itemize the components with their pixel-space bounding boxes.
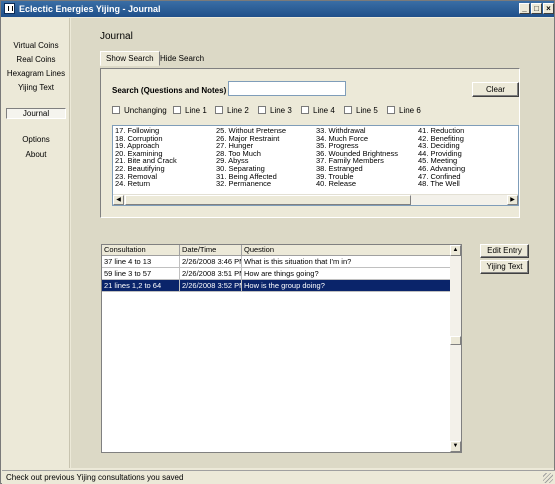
scroll-up-icon[interactable]: ▲ (450, 245, 461, 256)
checkbox-label: Line 1 (185, 106, 207, 115)
list-item[interactable]: 48. The Well (418, 180, 465, 188)
maximize-button[interactable]: □ (531, 3, 542, 14)
column-header-question[interactable]: Question (242, 245, 451, 256)
table-cell: 59 line 3 to 57 (102, 268, 180, 280)
table-cell: How are things going? (242, 268, 451, 280)
sidebar-item-virtual-coins[interactable]: Virtual Coins (2, 41, 70, 50)
column-header-datetime[interactable]: Date/Time (180, 245, 242, 256)
checkbox-box[interactable] (215, 106, 223, 114)
minimize-button[interactable]: _ (519, 3, 530, 14)
window-title: Eclectic Energies Yijing - Journal (19, 4, 161, 14)
hexagram-column: 25. Without Pretense 26. Major Restraint… (216, 127, 286, 188)
checkbox-line-2[interactable]: Line 2 (215, 106, 249, 116)
table-cell: 37 line 4 to 13 (102, 256, 180, 268)
checkbox-box[interactable] (258, 106, 266, 114)
column-header-consultation[interactable]: Consultation (102, 245, 180, 256)
scroll-down-icon[interactable]: ▼ (450, 441, 461, 452)
table-cell: 2/26/2008 3:52 PM (180, 280, 242, 292)
checkbox-label: Line 2 (227, 106, 249, 115)
checkbox-label: Line 3 (270, 106, 292, 115)
table-header: Consultation Date/Time Question (102, 245, 451, 256)
checkbox-label: Line 4 (313, 106, 335, 115)
hexagram-column: 33. Withdrawal 34. Much Force 35. Progre… (316, 127, 398, 188)
checkbox-label: Unchanging (124, 106, 167, 115)
app-icon (4, 3, 15, 14)
checkbox-box[interactable] (173, 106, 181, 114)
search-panel: Search (Questions and Notes) Clear Uncha… (100, 68, 520, 218)
page-title: Journal (100, 31, 133, 42)
list-item[interactable]: 40. Release (316, 180, 398, 188)
edit-entry-button[interactable]: Edit Entry (480, 244, 529, 258)
table-row[interactable]: 37 line 4 to 13 2/26/2008 3:46 PM What i… (102, 256, 451, 268)
tab-hide-search[interactable]: Hide Search (154, 51, 210, 66)
scroll-right-icon[interactable]: ▶ (507, 195, 518, 205)
search-input[interactable] (228, 81, 346, 96)
journal-table: Consultation Date/Time Question 37 line … (101, 244, 462, 453)
sidebar-item-real-coins[interactable]: Real Coins (2, 55, 70, 64)
sidebar-item-about[interactable]: About (2, 150, 70, 159)
scroll-left-icon[interactable]: ◀ (113, 195, 124, 205)
table-row[interactable]: 59 line 3 to 57 2/26/2008 3:51 PM How ar… (102, 268, 451, 280)
list-item[interactable]: 32. Permanence (216, 180, 286, 188)
status-bar: Check out previous Yijing consultations … (2, 470, 555, 484)
table-cell: 2/26/2008 3:51 PM (180, 268, 242, 280)
app-window: Eclectic Energies Yijing - Journal _ □ ×… (0, 0, 555, 484)
table-cell: 2/26/2008 3:46 PM (180, 256, 242, 268)
checkbox-box[interactable] (387, 106, 395, 114)
close-button[interactable]: × (543, 3, 554, 14)
sidebar-item-journal[interactable]: Journal (6, 108, 66, 119)
checkbox-box[interactable] (301, 106, 309, 114)
horizontal-scrollbar[interactable]: ◀ ▶ (113, 194, 518, 205)
table-cell: What is this situation that I'm in? (242, 256, 451, 268)
hexagram-column: 17. Following 18. Corruption 19. Approac… (115, 127, 177, 188)
checkbox-line-4[interactable]: Line 4 (301, 106, 335, 116)
sidebar-item-hexagram-lines[interactable]: Hexagram Lines (2, 69, 70, 78)
scroll-thumb[interactable] (450, 336, 461, 345)
clear-button[interactable]: Clear (472, 82, 519, 97)
sidebar: Virtual Coins Real Coins Hexagram Lines … (2, 18, 70, 468)
checkbox-unchanging[interactable]: Unchanging (112, 106, 167, 116)
checkbox-line-3[interactable]: Line 3 (258, 106, 292, 116)
hexagram-column: 41. Reduction 42. Benefiting 43. Decidin… (418, 127, 465, 188)
title-bar[interactable]: Eclectic Energies Yijing - Journal _ □ × (1, 1, 554, 17)
table-cell: 21 lines 1,2 to 64 (102, 280, 180, 292)
vertical-scrollbar[interactable]: ▲ ▼ (450, 245, 461, 452)
status-text: Check out previous Yijing consultations … (6, 473, 184, 482)
checkbox-line-1[interactable]: Line 1 (173, 106, 207, 116)
table-row[interactable]: 21 lines 1,2 to 64 2/26/2008 3:52 PM How… (102, 280, 451, 292)
checkbox-line-5[interactable]: Line 5 (344, 106, 378, 116)
sidebar-item-options[interactable]: Options (2, 135, 70, 144)
main-panel: Journal Show Search Hide Search Search (… (71, 18, 554, 468)
checkbox-label: Line 5 (356, 106, 378, 115)
sidebar-item-yijing-text[interactable]: Yijing Text (2, 83, 70, 92)
checkbox-box[interactable] (112, 106, 120, 114)
resize-grip-icon[interactable] (543, 473, 553, 483)
tab-show-search[interactable]: Show Search (100, 51, 160, 66)
checkbox-line-6[interactable]: Line 6 (387, 106, 421, 116)
hexagram-list[interactable]: 17. Following 18. Corruption 19. Approac… (112, 125, 519, 206)
list-item[interactable]: 24. Return (115, 180, 177, 188)
search-label: Search (Questions and Notes) (112, 86, 227, 95)
table-cell: How is the group doing? (242, 280, 451, 292)
yijing-text-button[interactable]: Yijing Text (480, 260, 529, 274)
checkbox-box[interactable] (344, 106, 352, 114)
scroll-thumb[interactable] (125, 195, 411, 205)
checkbox-label: Line 6 (399, 106, 421, 115)
